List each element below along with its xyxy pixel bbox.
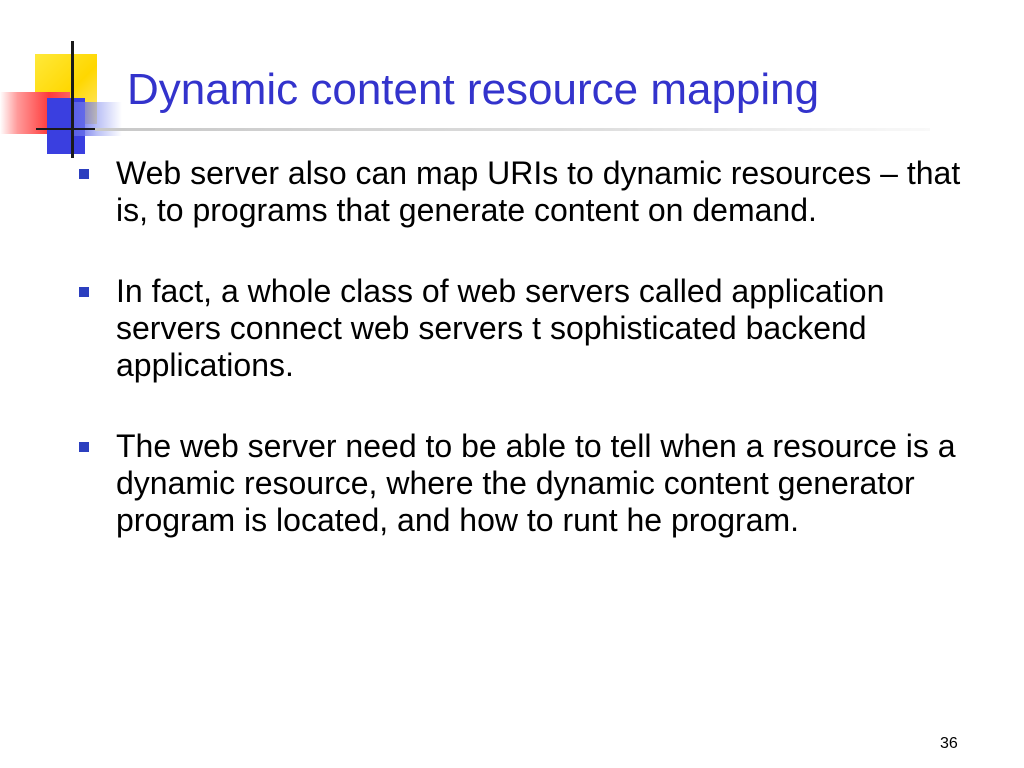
page-number: 36 <box>940 735 958 752</box>
slide: Dynamic content resource mapping Web ser… <box>0 0 1024 768</box>
title-underline <box>95 128 930 131</box>
bullet-text: Web server also can map URIs to dynamic … <box>116 155 961 228</box>
bullet-text: In fact, a whole class of web servers ca… <box>116 273 885 383</box>
bullet-text: The web server need to be able to tell w… <box>116 428 956 538</box>
bullet-item: In fact, a whole class of web servers ca… <box>76 273 966 384</box>
bullet-item: Web server also can map URIs to dynamic … <box>76 155 966 229</box>
bullet-list: Web server also can map URIs to dynamic … <box>76 155 966 583</box>
square-bullet-icon <box>79 287 89 297</box>
square-bullet-icon <box>79 442 89 452</box>
bullet-item: The web server need to be able to tell w… <box>76 428 966 539</box>
ornament-vertical-line <box>71 41 74 158</box>
slide-title: Dynamic content resource mapping <box>127 65 820 114</box>
square-bullet-icon <box>79 169 89 179</box>
